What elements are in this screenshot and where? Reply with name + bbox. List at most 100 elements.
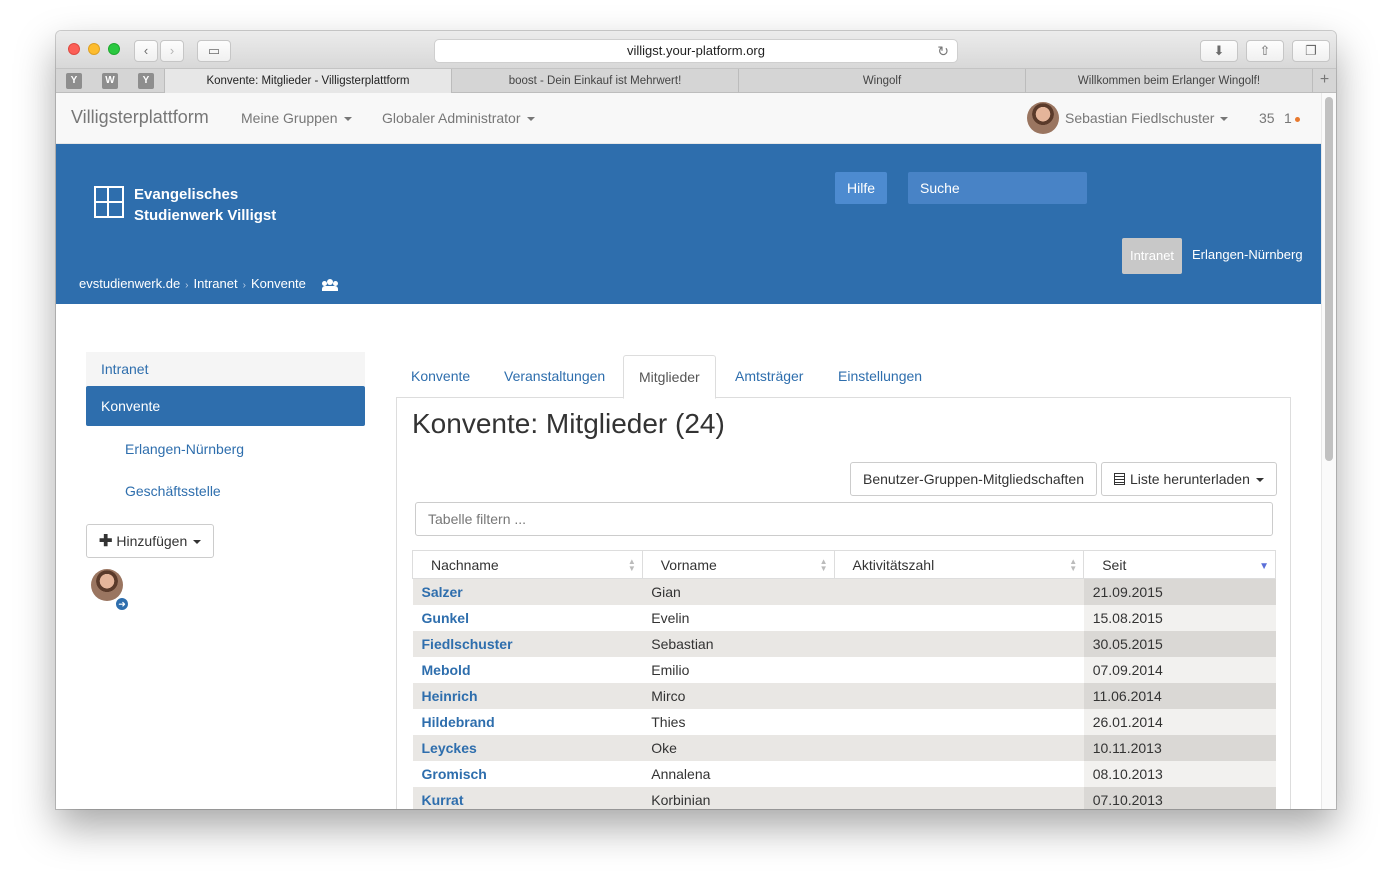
sidebar-toggle-button[interactable]: ▭ — [197, 40, 231, 62]
cell-nachname[interactable]: Gromisch — [413, 761, 643, 787]
browser-tab[interactable]: boost - Dein Einkauf ist Mehrwert! — [451, 69, 738, 93]
back-button[interactable]: ‹ — [134, 40, 158, 62]
search-input[interactable] — [908, 172, 1087, 204]
cell-seit: 15.08.2015 — [1083, 604, 1276, 631]
download-label: Liste herunterladen — [1130, 471, 1250, 487]
memberships-button[interactable]: Benutzer-Gruppen-Mitgliedschaften — [850, 462, 1098, 496]
sort-icon: ▲ ▼ — [819, 557, 828, 573]
cell-aktivitaetszahl — [834, 605, 1084, 631]
reload-icon[interactable]: ↻ — [937, 40, 949, 62]
tab-mitglieder[interactable]: Mitglieder — [623, 355, 716, 399]
top-navbar: Villigsterplattform Meine Gruppen Global… — [56, 93, 1321, 144]
cell-vorname: Korbinian — [642, 786, 834, 809]
intranet-pill[interactable]: Intranet — [1122, 238, 1182, 274]
my-groups-label: Meine Gruppen — [241, 110, 338, 126]
cell-vorname: Annalena — [651, 765, 711, 782]
table-filter-input[interactable] — [415, 502, 1273, 536]
cell-vorname: Sebastian — [642, 630, 834, 657]
column-header-aktivitaetszahl[interactable]: Aktivitätszahl ▲ ▼ — [833, 550, 1085, 579]
share-button[interactable]: ⇧ — [1246, 40, 1284, 62]
url-text: villigst.your-platform.org — [627, 43, 765, 58]
sidebar-item-konvente[interactable]: Konvente — [86, 386, 365, 426]
cell-nachname[interactable]: Leyckes — [412, 734, 643, 761]
share-icon: ⇧ — [1259, 43, 1271, 58]
column-header-vorname[interactable]: Vorname ▲ ▼ — [641, 550, 835, 579]
browser-tab-active[interactable]: Konvente: Mitglieder - Villigsterplattfo… — [164, 69, 451, 93]
cell-vorname: Mirco — [642, 682, 834, 709]
admin-dropdown[interactable]: Globaler Administrator — [382, 110, 535, 126]
help-button[interactable]: Hilfe — [835, 172, 887, 204]
breadcrumb-item[interactable]: evstudienwerk.de — [79, 276, 180, 291]
user-avatar[interactable] — [1027, 102, 1059, 134]
cross-logo-icon[interactable] — [94, 186, 124, 218]
zoom-window-button[interactable] — [108, 43, 120, 55]
cell-nachname[interactable]: Mebold — [413, 657, 643, 683]
caret-down-icon — [1255, 478, 1264, 483]
group-members-icon[interactable] — [321, 278, 338, 291]
sidebar-item-intranet[interactable]: Intranet — [86, 352, 365, 386]
page-title: Konvente: Mitglieder (24) — [412, 408, 725, 439]
new-tab-button[interactable]: + — [1312, 69, 1336, 93]
cell-nachname[interactable]: Hildebrand — [413, 709, 643, 735]
cell-vorname: Emilio — [651, 661, 690, 678]
sidebar-nav: Intranet Konvente Erlangen-Nürnberg Gesc… — [86, 352, 365, 512]
table-row: Fiedlschuster Sebastian 30.05.2015 — [412, 630, 1276, 657]
browser-tabbar: Y W Y Konvente: Mitglieder - Villigsterp… — [56, 69, 1336, 93]
pinned-tab-y-icon[interactable]: Y — [138, 73, 154, 89]
members-panel: Konvente: Mitglieder (24) Benutzer-Grupp… — [396, 398, 1291, 809]
chevron-right-icon: › — [169, 43, 175, 58]
pinned-tab-w-icon[interactable]: W — [102, 73, 118, 89]
brand-link[interactable]: Villigsterplattform — [71, 107, 209, 128]
download-list-button[interactable]: Liste herunterladen — [1101, 462, 1277, 496]
caret-down-icon — [526, 117, 535, 122]
browser-tab[interactable]: Wingolf — [738, 69, 1025, 93]
logo-line-2: Studienwerk Villigst — [134, 207, 277, 224]
cell-seit: 21.09.2015 — [1083, 578, 1276, 605]
tab-konvente[interactable]: Konvente — [396, 355, 485, 398]
close-window-button[interactable] — [68, 43, 80, 55]
arrow-right-icon[interactable]: ➜ — [114, 596, 130, 612]
notification-count[interactable]: 35 — [1259, 110, 1275, 126]
cell-nachname[interactable]: Salzer — [412, 578, 643, 605]
minimize-window-button[interactable] — [88, 43, 100, 55]
sidebar-item-erlangen[interactable]: Erlangen-Nürnberg — [86, 428, 365, 470]
browser-tab[interactable]: Willkommen beim Erlanger Wingolf! — [1025, 69, 1312, 93]
user-menu-dropdown[interactable]: Sebastian Fiedlschuster — [1065, 110, 1229, 126]
address-bar[interactable]: villigst.your-platform.org ↻ — [434, 39, 958, 63]
site-logo[interactable]: Evangelisches Studienwerk Villigst — [134, 184, 276, 226]
sidebar-item-geschaeftsstelle[interactable]: Geschäftsstelle — [86, 470, 365, 512]
column-header-nachname[interactable]: Nachname ▲ ▼ — [412, 550, 643, 579]
sort-icon: ▲ ▼ — [1069, 557, 1078, 573]
unread-count[interactable]: 1 — [1284, 110, 1300, 126]
downloads-button[interactable]: ⬇ — [1200, 40, 1238, 62]
tab-amtstraeger[interactable]: Amtsträger — [720, 355, 818, 398]
breadcrumb-item[interactable]: Intranet — [194, 276, 238, 291]
chevron-left-icon: ‹ — [143, 43, 149, 58]
tab-einstellungen[interactable]: Einstellungen — [823, 355, 937, 398]
forward-button[interactable]: › — [160, 40, 184, 62]
cell-nachname[interactable]: Fiedlschuster — [412, 630, 643, 657]
cell-nachname[interactable]: Gunkel — [413, 605, 643, 631]
table-row: Gromisch Annalena 08.10.2013 — [413, 760, 1276, 787]
column-header-seit[interactable]: Seit ▼ — [1083, 550, 1276, 579]
cell-nachname[interactable]: Heinrich — [412, 682, 643, 709]
cell-vorname: Gian — [642, 578, 834, 605]
breadcrumb-item[interactable]: Konvente — [251, 276, 306, 291]
cell-vorname: Evelin — [651, 609, 690, 626]
tab-overview-button[interactable]: ❐ — [1292, 40, 1330, 62]
column-label: Vorname — [660, 556, 717, 573]
scrollbar-thumb[interactable] — [1325, 97, 1333, 461]
table-row: Kurrat Korbinian 07.10.2013 — [412, 786, 1276, 809]
page-viewport: Villigsterplattform Meine Gruppen Global… — [56, 93, 1336, 809]
table-row: Salzer Gian 21.09.2015 — [412, 578, 1276, 605]
tab-veranstaltungen[interactable]: Veranstaltungen — [489, 355, 620, 398]
cell-aktivitaetszahl — [834, 709, 1084, 735]
pinned-tab-y-icon[interactable]: Y — [66, 73, 82, 89]
add-dropdown-button[interactable]: ✚ Hinzufügen — [86, 524, 215, 558]
page-scrollbar[interactable] — [1321, 93, 1336, 809]
cell-nachname[interactable]: Kurrat — [412, 786, 643, 809]
erlangen-pill[interactable]: Erlangen-Nürnberg — [1192, 247, 1303, 262]
my-groups-dropdown[interactable]: Meine Gruppen — [241, 110, 352, 126]
unread-dot-icon — [1294, 116, 1300, 122]
cell-aktivitaetszahl — [834, 734, 1084, 761]
